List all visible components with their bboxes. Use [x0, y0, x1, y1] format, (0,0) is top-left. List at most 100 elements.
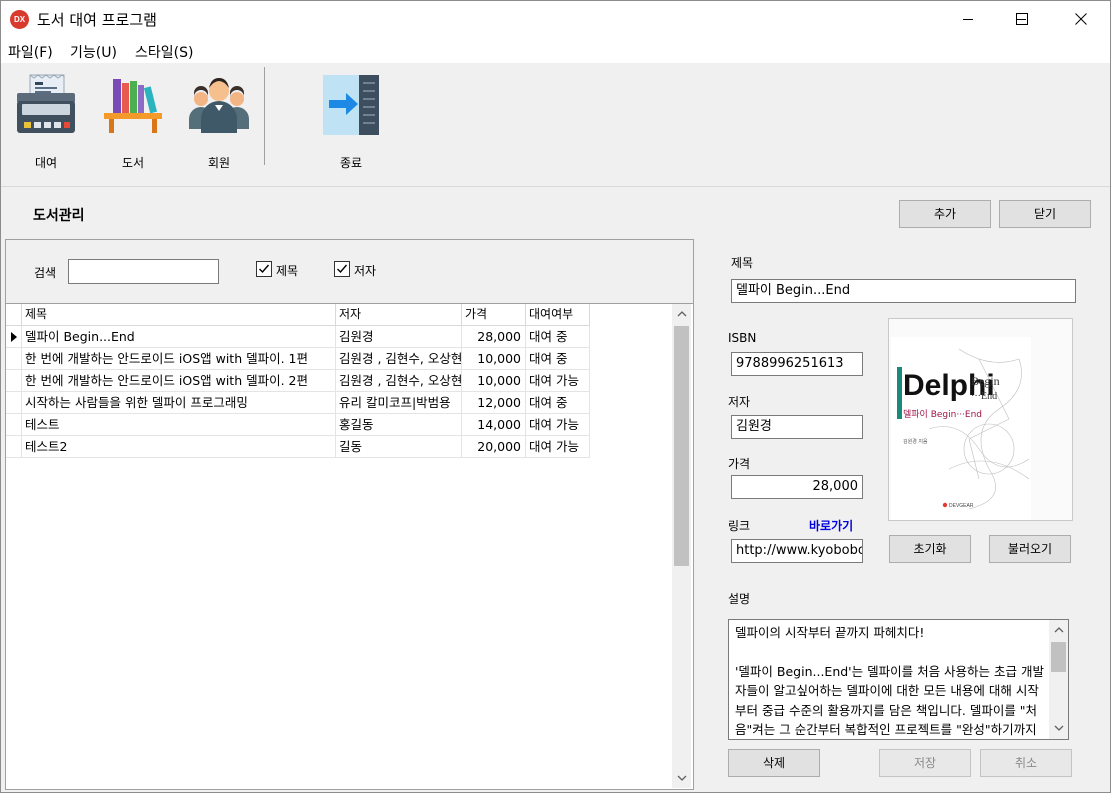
- books-tool-button[interactable]: 도서: [93, 73, 173, 171]
- cell-title[interactable]: 한 번에 개발하는 안드로이드 iOS앱 with 델파이. 2편: [22, 370, 336, 392]
- cell-title[interactable]: 테스트2: [22, 436, 336, 458]
- members-tool-label: 회원: [207, 156, 231, 170]
- cell-price[interactable]: 12,000: [462, 392, 526, 414]
- close-button[interactable]: 닫기: [999, 200, 1091, 228]
- menu-file[interactable]: 파일(F): [8, 42, 53, 62]
- description-scroll-thumb[interactable]: [1051, 642, 1066, 672]
- cell-price[interactable]: 10,000: [462, 370, 526, 392]
- column-header-title[interactable]: 제목: [22, 304, 336, 326]
- cell-price[interactable]: 20,000: [462, 436, 526, 458]
- column-header-author[interactable]: 저자: [336, 304, 462, 326]
- description-textarea[interactable]: 델파이의 시작부터 끝까지 파헤치다! '델파이 Begin...End'는 델…: [728, 619, 1069, 740]
- users-group-icon: [189, 78, 249, 133]
- cell-title[interactable]: 시작하는 사람들을 위한 델파이 프로그래밍: [22, 392, 336, 414]
- author-field[interactable]: 김원경: [731, 415, 863, 439]
- table-row[interactable]: 델파이 Begin...End 김원경 28,000 대여 중: [6, 326, 590, 348]
- search-label: 검색: [34, 266, 57, 280]
- check-icon: [259, 264, 270, 274]
- cell-title[interactable]: 한 번에 개발하는 안드로이드 iOS앱 with 델파이. 1편: [22, 348, 336, 370]
- book-detail-panel: 제목 델파이 Begin...End ISBN 9788996251613 저자…: [708, 239, 1108, 790]
- book-list-panel: 검색 제목 저자 제목 저자 가격 대여여부 델파이 Begin...End 김…: [5, 239, 694, 790]
- cell-status[interactable]: 대여 가능: [526, 436, 590, 458]
- menu-style[interactable]: 스타일(S): [135, 42, 193, 62]
- cover-publisher-text: DEVGEAR: [949, 503, 974, 509]
- cell-status[interactable]: 대여 중: [526, 326, 590, 348]
- description-label: 설명: [728, 592, 751, 606]
- column-header-status[interactable]: 대여여부: [526, 304, 590, 326]
- scroll-down-icon[interactable]: [1054, 724, 1064, 732]
- description-text: 델파이의 시작부터 끝까지 파헤치다! '델파이 Begin...End'는 델…: [735, 625, 1044, 738]
- cell-author[interactable]: 유리 칼미코프|박범용: [336, 392, 462, 414]
- link-label: 링크: [728, 519, 751, 533]
- cell-price[interactable]: 10,000: [462, 348, 526, 370]
- rent-tool-label: 대여: [34, 156, 58, 170]
- save-button[interactable]: 저장: [879, 749, 971, 777]
- author-label: 저자: [728, 395, 751, 409]
- app-logo-icon: DX: [10, 10, 29, 29]
- minimize-window-button[interactable]: [945, 1, 991, 37]
- cell-price[interactable]: 28,000: [462, 326, 526, 348]
- scroll-down-icon[interactable]: [677, 774, 687, 782]
- cell-status[interactable]: 대여 중: [526, 392, 590, 414]
- add-button[interactable]: 추가: [899, 200, 991, 228]
- price-field[interactable]: 28,000: [731, 475, 863, 499]
- column-header-price[interactable]: 가격: [462, 304, 526, 326]
- cover-begin-text: Begin: [971, 374, 1000, 388]
- maximize-window-button[interactable]: [999, 1, 1045, 37]
- price-label: 가격: [728, 457, 751, 471]
- cell-author[interactable]: 길동: [336, 436, 462, 458]
- grid-header: 제목 저자 가격 대여여부: [6, 304, 590, 326]
- cell-title[interactable]: 테스트: [22, 414, 336, 436]
- cell-author[interactable]: 김원경 , 김현수, 오상현: [336, 348, 462, 370]
- row-indicator: [6, 414, 22, 436]
- isbn-field[interactable]: 9788996251613: [731, 352, 863, 376]
- table-row[interactable]: 한 번에 개발하는 안드로이드 iOS앱 with 델파이. 1편 김원경 , …: [6, 348, 590, 370]
- rent-tool-button[interactable]: 대여: [6, 73, 86, 171]
- description-scrollbar[interactable]: [1049, 620, 1068, 739]
- cover-author-text: 김원경 지음: [903, 438, 928, 445]
- delete-button[interactable]: 삭제: [728, 749, 820, 777]
- book-cover-frame[interactable]: Delphi Begin ···End 델파이 Begin···End 김원경 …: [888, 318, 1073, 521]
- cell-status[interactable]: 대여 가능: [526, 414, 590, 436]
- search-input[interactable]: [68, 259, 219, 284]
- isbn-label: ISBN: [728, 331, 757, 345]
- table-row[interactable]: 테스트2 길동 20,000 대여 가능: [6, 436, 590, 458]
- cancel-button[interactable]: 취소: [980, 749, 1072, 777]
- cell-price[interactable]: 14,000: [462, 414, 526, 436]
- members-tool-button[interactable]: 회원: [179, 73, 259, 171]
- scroll-up-icon[interactable]: [677, 310, 687, 318]
- row-indicator: [6, 436, 22, 458]
- cell-status[interactable]: 대여 중: [526, 348, 590, 370]
- table-row[interactable]: 시작하는 사람들을 위한 델파이 프로그래밍 유리 칼미코프|박범용 12,00…: [6, 392, 590, 414]
- cash-register-icon: [17, 74, 75, 133]
- bookshelf-icon: [104, 79, 162, 133]
- close-icon: [1075, 13, 1087, 25]
- title-filter-checkbox[interactable]: [256, 261, 272, 277]
- exit-tool-button[interactable]: 종료: [311, 73, 391, 171]
- scroll-up-icon[interactable]: [1054, 626, 1064, 634]
- toolbar: 대여 도서 회원 종료: [1, 63, 1110, 187]
- title-field[interactable]: 델파이 Begin...End: [731, 279, 1076, 303]
- open-link[interactable]: 바로가기: [809, 517, 853, 534]
- table-row[interactable]: 한 번에 개발하는 안드로이드 iOS앱 with 델파이. 2편 김원경 , …: [6, 370, 590, 392]
- reset-image-button[interactable]: 초기화: [889, 535, 971, 563]
- menu-function[interactable]: 기능(U): [70, 42, 117, 62]
- link-field[interactable]: http://www.kyobobook: [731, 539, 863, 563]
- close-window-button[interactable]: [1058, 1, 1104, 37]
- toolbar-separator: [264, 67, 265, 165]
- cell-author[interactable]: 김원경 , 김현수, 오상현: [336, 370, 462, 392]
- exit-door-icon: [323, 75, 379, 135]
- books-grid[interactable]: 제목 저자 가격 대여여부 델파이 Begin...End 김원경 28,000…: [6, 303, 693, 789]
- cell-status[interactable]: 대여 가능: [526, 370, 590, 392]
- load-image-button[interactable]: 불러오기: [989, 535, 1071, 563]
- author-filter-checkbox[interactable]: [334, 261, 350, 277]
- table-row[interactable]: 테스트 홍길동 14,000 대여 가능: [6, 414, 590, 436]
- grid-scroll-thumb[interactable]: [674, 326, 689, 566]
- cell-title[interactable]: 델파이 Begin...End: [22, 326, 336, 348]
- page-title: 도서관리: [33, 208, 85, 224]
- cell-author[interactable]: 홍길동: [336, 414, 462, 436]
- window-title: 도서 대여 프로그램: [37, 11, 157, 29]
- cell-author[interactable]: 김원경: [336, 326, 462, 348]
- grid-vertical-scrollbar[interactable]: [672, 304, 691, 788]
- book-cover-image: Delphi Begin ···End 델파이 Begin···End 김원경 …: [891, 337, 1031, 520]
